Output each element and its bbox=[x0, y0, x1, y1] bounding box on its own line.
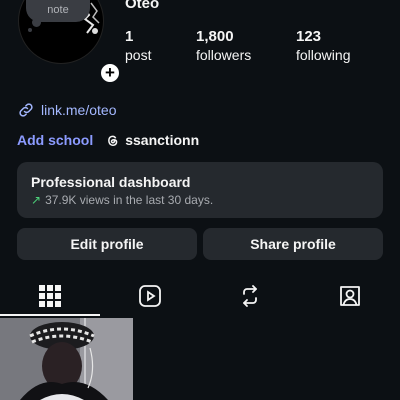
professional-dashboard-card[interactable]: Professional dashboard ↗ 37.9K views in … bbox=[17, 162, 383, 218]
profile-link[interactable]: link.me/oteo bbox=[17, 101, 116, 119]
username: Oteo bbox=[125, 0, 160, 12]
link-icon bbox=[19, 103, 33, 117]
following-count: 123 bbox=[296, 28, 322, 45]
active-tab-indicator bbox=[0, 314, 100, 316]
reels-icon bbox=[139, 285, 161, 307]
posts-stat[interactable]: 1 post bbox=[125, 28, 151, 63]
profile-tabs bbox=[0, 276, 400, 316]
reposts-icon bbox=[243, 285, 257, 307]
edit-profile-button[interactable]: Edit profile bbox=[17, 228, 197, 260]
carousel-icon bbox=[106, 324, 133, 400]
profile-avatar-area[interactable]: note + bbox=[18, 0, 121, 84]
threads-icon bbox=[108, 135, 118, 146]
add-school-link[interactable]: Add school bbox=[17, 132, 93, 148]
note-bubble-tail-dot bbox=[28, 28, 32, 32]
grid-icon bbox=[39, 285, 61, 307]
dashboard-subtitle-row: ↗ 37.9K views in the last 30 days. bbox=[31, 193, 369, 207]
tab-reposts[interactable] bbox=[200, 276, 300, 316]
profile-link-text[interactable]: link.me/oteo bbox=[41, 102, 116, 118]
followers-stat[interactable]: 1,800 followers bbox=[196, 28, 251, 63]
share-profile-button[interactable]: Share profile bbox=[203, 228, 383, 260]
add-story-icon[interactable]: + bbox=[99, 62, 121, 84]
tab-reels[interactable] bbox=[100, 276, 200, 316]
followers-count: 1,800 bbox=[196, 28, 234, 45]
following-stat[interactable]: 123 following bbox=[296, 28, 350, 63]
school-threads-row: Add school ssanctionn bbox=[17, 132, 199, 148]
tab-tagged[interactable] bbox=[300, 276, 400, 316]
note-label: note bbox=[47, 4, 69, 16]
dashboard-title: Professional dashboard bbox=[31, 174, 191, 190]
note-bubble-tail bbox=[32, 18, 41, 27]
posts-label: post bbox=[125, 47, 152, 63]
threads-handle: ssanctionn bbox=[125, 132, 200, 148]
tagged-icon bbox=[340, 286, 360, 306]
post-thumbnail[interactable] bbox=[0, 318, 133, 400]
dashboard-subtitle: 37.9K views in the last 30 days. bbox=[45, 193, 214, 207]
tab-grid[interactable] bbox=[0, 276, 100, 316]
threads-badge[interactable]: ssanctionn bbox=[105, 132, 199, 148]
posts-count: 1 bbox=[125, 28, 134, 45]
following-label: following bbox=[296, 47, 351, 63]
followers-label: followers bbox=[196, 47, 252, 63]
trend-up-icon: ↗ bbox=[31, 193, 42, 207]
